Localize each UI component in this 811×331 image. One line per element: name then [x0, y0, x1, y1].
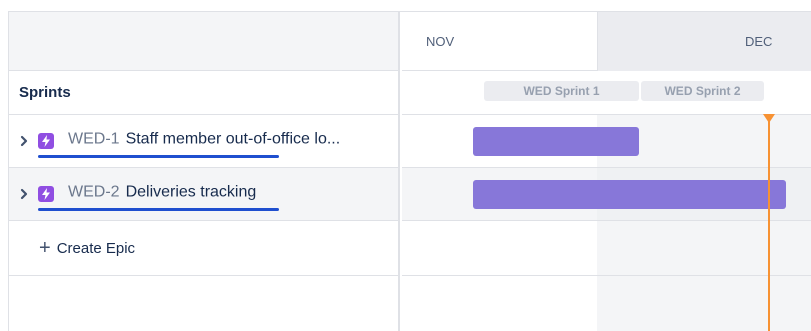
chevron-right-icon[interactable]: [19, 135, 29, 147]
issue-summary[interactable]: Staff member out-of-office lo...: [126, 131, 341, 148]
timeline-row-wed-1: [402, 115, 811, 168]
issue-key[interactable]: WED-1: [68, 131, 120, 148]
month-header: NOV DEC: [402, 12, 811, 71]
timeline-row-wed-2: [402, 168, 811, 221]
create-epic-label: Create Epic: [56, 239, 136, 257]
highlight-underline: [38, 155, 279, 158]
timeline-panel[interactable]: NOV DEC WED Sprint 1 WED Sprint 2: [402, 12, 811, 331]
epic-row-wed-1[interactable]: WED-1 Staff member out-of-office lo...: [9, 115, 398, 168]
sprint-lane: WED Sprint 1 WED Sprint 2: [402, 71, 811, 115]
highlight-underline: [38, 208, 279, 211]
sprint-pill[interactable]: WED Sprint 2: [641, 81, 764, 101]
today-line: [768, 120, 770, 331]
month-label-nov: NOV: [426, 34, 455, 49]
epic-bar-wed-2[interactable]: [473, 180, 786, 209]
roadmap-frame: Sprints WED-1 Staff member out-of-office …: [8, 11, 811, 331]
timeline-row-create: [402, 221, 811, 276]
epic-bar-wed-1[interactable]: [473, 127, 639, 156]
create-epic-button[interactable]: + Create Epic: [9, 221, 398, 276]
lightning-bolt-icon: [38, 133, 54, 149]
lightning-bolt-icon: [38, 186, 54, 202]
epic-link[interactable]: WED-2 Deliveries tracking: [68, 184, 256, 202]
plus-icon: +: [39, 237, 51, 259]
month-header-shade: [597, 12, 811, 71]
epic-row-wed-2[interactable]: WED-2 Deliveries tracking: [9, 168, 398, 221]
sprint-pill[interactable]: WED Sprint 1: [484, 81, 639, 101]
roadmap-list-panel: Sprints WED-1 Staff member out-of-office …: [9, 12, 400, 331]
issue-key[interactable]: WED-2: [68, 184, 120, 201]
chevron-right-icon[interactable]: [19, 188, 29, 200]
sprints-heading: Sprints: [9, 71, 398, 115]
list-header: [9, 12, 398, 71]
epic-link[interactable]: WED-1 Staff member out-of-office lo...: [68, 131, 340, 149]
issue-summary[interactable]: Deliveries tracking: [126, 184, 257, 201]
month-label-dec: DEC: [745, 34, 773, 49]
